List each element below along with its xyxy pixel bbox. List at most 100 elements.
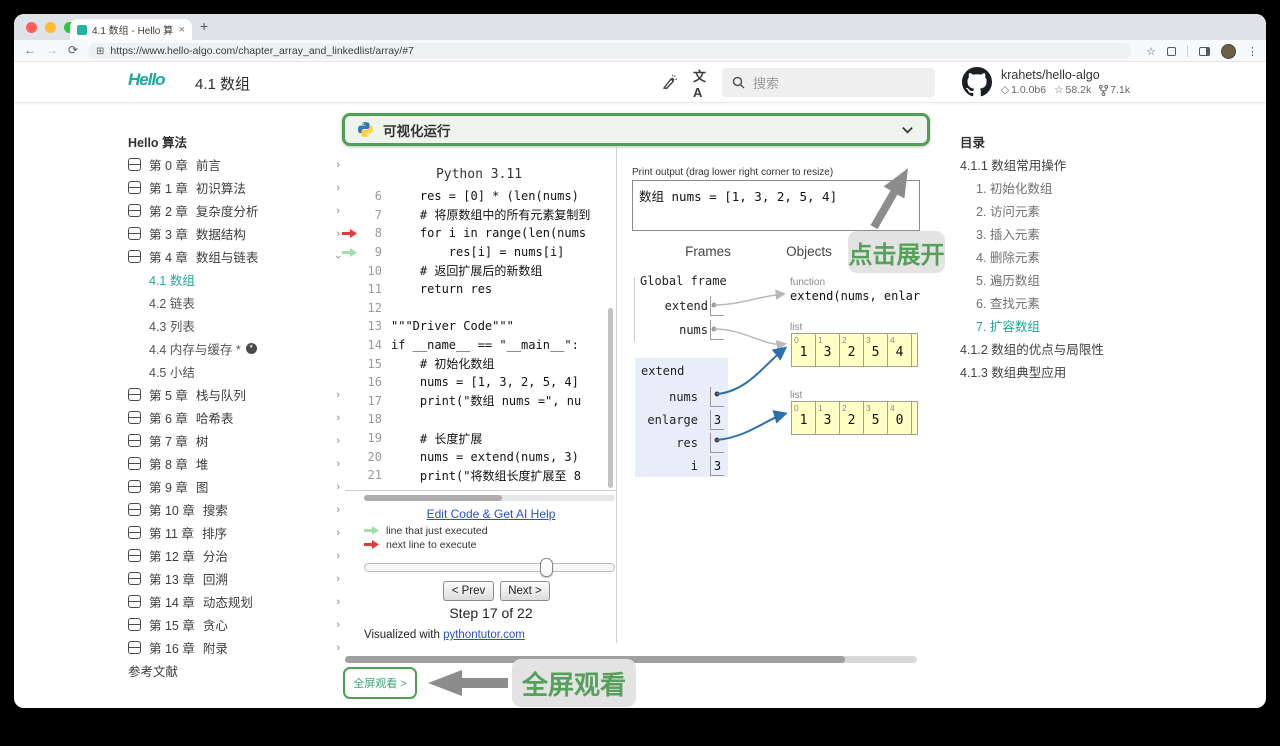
code-vertical-scrollbar[interactable] [608,308,613,488]
line-number: 8 [374,226,382,241]
chevron-right-icon[interactable]: › [336,182,340,194]
chapter-title: 搜索 [202,504,228,518]
chevron-right-icon[interactable]: › [336,642,340,654]
algo-icon [128,181,141,194]
next-button[interactable]: Next > [500,581,550,601]
tab-close-icon[interactable]: × [179,24,185,36]
chevron-right-icon[interactable]: › [336,573,340,585]
side-panel-icon[interactable] [1199,46,1210,56]
profile-avatar[interactable] [1221,43,1236,59]
chevron-right-icon[interactable]: › [336,228,340,240]
chapter-title: 堆 [195,458,209,472]
toc-item[interactable]: 6. 查找元素 [960,291,1174,314]
sidebar-subitem[interactable]: 4.3 列表 [128,314,340,337]
toc-item[interactable]: 4.1.3 数组典型应用 [960,360,1174,383]
chevron-right-icon[interactable]: › [336,504,340,516]
sidebar-item-algo[interactable]: 第 1 章初识算法 › [128,176,340,199]
pythontutor-link[interactable]: pythontutor.com [443,629,525,641]
sidebar-item-backtrack[interactable]: 第 13 章回溯 › [128,567,340,590]
sidebar-subitem[interactable]: 4.4 内存与缓存 * * [128,337,340,360]
chapter-title: 分治 [202,550,228,564]
sidebar-item-array[interactable]: 第 4 章数组与链表 › [128,245,344,268]
exec-arrow-icon [342,228,357,238]
step-slider-thumb[interactable] [540,558,553,577]
sidebar-item-appendix[interactable]: 第 16 章附录 › [128,636,340,659]
toc-item[interactable]: 3. 插入元素 [960,222,1174,245]
chevron-down-icon[interactable] [900,122,915,137]
sidebar-item-heap[interactable]: 第 8 章堆 › [128,452,340,475]
viz-collapse-header[interactable]: 可视化运行 [342,113,930,146]
code-horizontal-scrollbar-thumb[interactable] [364,495,502,501]
sidebar-item-graph[interactable]: 第 9 章图 › [128,475,340,498]
sidebar-item-divide[interactable]: 第 12 章分治 › [128,544,340,567]
toc-item[interactable]: 7. 扩容数组 [960,314,1174,337]
theme-toggle-icon[interactable] [658,72,680,94]
step-slider[interactable] [364,563,615,572]
translate-icon[interactable]: 文A [693,69,715,100]
sidebar-item-structure[interactable]: 第 3 章数据结构 › [128,222,340,245]
chevron-right-icon[interactable]: › [336,550,340,562]
sidebar-item-sort[interactable]: 第 11 章排序 › [128,521,340,544]
toc-item[interactable]: 4.1.2 数组的优点与局限性 [960,337,1174,360]
annotation-arrow-up-icon [870,168,908,230]
chevron-right-icon[interactable]: › [336,205,340,217]
sidebar-subitem[interactable]: 4.2 链表 [128,291,340,314]
chapter-number: 第 10 章 [149,504,195,518]
forward-icon[interactable]: → [46,43,58,57]
github-repo-link[interactable]: krahets/hello-algo ◇ 1.0.0b6 ☆ 58.2k 7.1k [962,67,1130,97]
line-number: 18 [367,412,382,427]
toc-item[interactable]: 4.1.1 数组常用操作 [960,153,1174,176]
search-placeholder: 搜索 [753,76,780,91]
sidebar-item-complexity[interactable]: 第 2 章复杂度分析 › [128,199,340,222]
sidebar-item-search-chapter[interactable]: 第 10 章搜索 › [128,498,340,521]
fullscreen-link[interactable]: 全屏观看 > [343,667,417,699]
code-line: 10 # 返回扩展后的新数组 [342,261,616,280]
sidebar-subitem[interactable]: 4.5 小结 [128,360,340,383]
extensions-icon[interactable] [1167,46,1176,56]
sidebar-item-dp[interactable]: 第 14 章动态规划 › [128,590,340,613]
menu-kebab-icon[interactable]: ⋮ [1247,45,1258,58]
site-logo[interactable]: Hello [128,70,166,90]
chevron-right-icon[interactable]: › [336,458,340,470]
address-bar[interactable]: ⊞ https://www.hello-algo.com/chapter_arr… [88,43,1132,59]
prev-button[interactable]: < Prev [443,581,494,601]
minimize-window-button[interactable] [45,22,56,33]
sidebar-item-tree[interactable]: 第 7 章树 › [128,429,340,452]
toc-item-label: 3. 插入元素 [976,228,1040,242]
sidebar-item-stack[interactable]: 第 5 章栈与队列 › [128,383,340,406]
sidebar-item-book[interactable]: 第 0 章前言 › [128,153,340,176]
sidebar-item-hash[interactable]: 第 6 章哈希表 › [128,406,340,429]
chevron-right-icon[interactable]: › [336,412,340,424]
sidebar-subitem[interactable]: 4.1 数组 [128,268,340,291]
chevron-right-icon[interactable]: › [336,596,340,608]
close-window-button[interactable] [26,22,37,33]
toc-item[interactable]: 2. 访问元素 [960,199,1174,222]
chapter-title: 附录 [202,642,228,656]
new-tab-button[interactable]: + [200,18,208,34]
browser-tab[interactable]: 4.1 数组 - Hello 算法 × [70,19,192,40]
browser-toolbar: ← → ⟳ ⊞ https://www.hello-algo.com/chapt… [14,40,1266,62]
code-line: 9 res[i] = nums[i] [342,243,616,262]
chevron-right-icon[interactable]: › [336,159,340,171]
chevron-right-icon[interactable]: › [336,481,340,493]
sidebar-site-title[interactable]: Hello 算法 [128,130,340,153]
chevron-right-icon[interactable]: › [336,435,340,447]
chevron-right-icon[interactable]: › [336,619,340,631]
toc-item[interactable]: 5. 遍历数组 [960,268,1174,291]
chevron-right-icon[interactable]: › [336,389,340,401]
chapter-title: 树 [195,435,209,449]
python-version-label: Python 3.11 [435,167,523,182]
sidebar-item-greedy[interactable]: 第 15 章贪心 › [128,613,340,636]
annotation-arrow-left-icon [428,670,508,696]
sidebar-item-references[interactable]: 参考文献 [128,659,340,682]
repo-stars: 58.2k [1065,84,1092,96]
toc-item[interactable]: 1. 初始化数组 [960,176,1174,199]
reload-icon[interactable]: ⟳ [68,43,78,57]
site-settings-icon[interactable]: ⊞ [96,46,104,57]
bookmark-star-icon[interactable]: ☆ [1146,45,1156,58]
toc-item[interactable]: 4. 删除元素 [960,245,1174,268]
edit-code-link[interactable]: Edit Code & Get AI Help [342,507,640,521]
chevron-right-icon[interactable]: › [336,527,340,539]
search-input[interactable]: 搜索 [722,68,935,97]
back-icon[interactable]: ← [24,43,36,57]
